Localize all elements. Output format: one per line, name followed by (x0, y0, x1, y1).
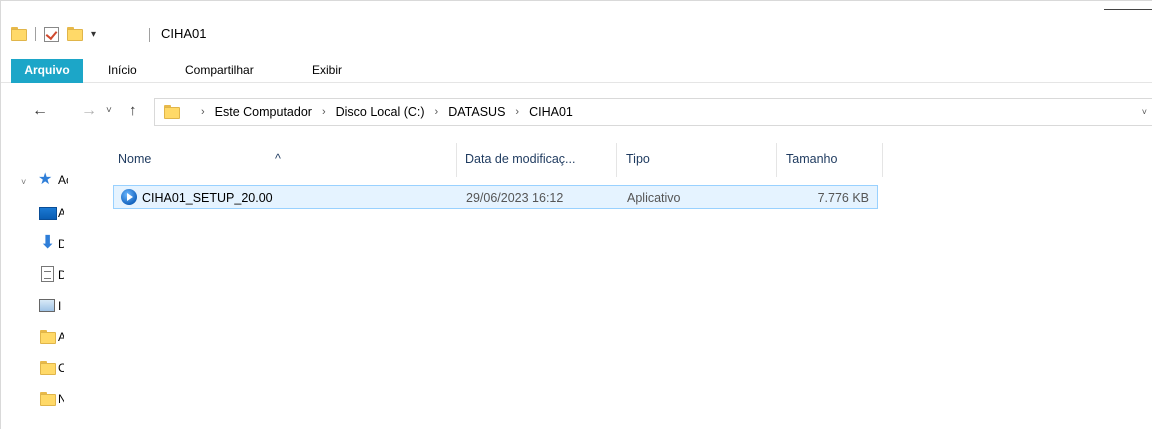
breadcrumb-este-computador[interactable]: Este Computador (215, 105, 312, 119)
toolbar-separator (35, 27, 36, 41)
explorer-window: ▾ CIHA01 Arquivo Início Compartilhar Exi… (0, 0, 1152, 429)
navigation-row: ← → ˅ ↑ › Este Computador › Disco Local … (1, 95, 1152, 129)
file-name[interactable]: CIHA01_SETUP_20.00 (142, 191, 273, 205)
desktop-icon (39, 207, 57, 220)
window-title: CIHA01 (161, 26, 207, 41)
sidebar-item-documents[interactable]: D (1, 263, 96, 287)
sidebar-item-folder-c[interactable]: C (1, 356, 96, 380)
tab-inicio[interactable]: Início (108, 59, 137, 83)
column-header-tipo[interactable]: Tipo (626, 152, 650, 166)
star-icon: ★ (38, 171, 53, 188)
tab-exibir[interactable]: Exibir (312, 59, 342, 83)
new-folder-icon[interactable] (67, 27, 83, 41)
sidebar-item-label: I (58, 299, 62, 313)
sidebar-item-quick-access[interactable]: ˅ ★ Ac (1, 168, 96, 192)
breadcrumb-chevron-icon[interactable]: › (201, 106, 205, 118)
setup-application-icon (121, 189, 137, 205)
sidebar-item-desktop[interactable]: A (1, 201, 96, 225)
properties-check-icon[interactable] (44, 26, 59, 42)
column-headers: ^ Nome Data de modificaç... Tipo Tamanho (97, 141, 897, 179)
title-bar-edge (1104, 9, 1152, 10)
breadcrumb-ciha01[interactable]: CIHA01 (529, 105, 573, 119)
file-date: 29/06/2023 16:12 (466, 191, 564, 205)
expand-chevron-icon[interactable]: ˅ (21, 177, 26, 187)
sidebar-item-folder-n[interactable]: N (1, 387, 96, 411)
tab-compartilhar[interactable]: Compartilhar (185, 59, 254, 83)
title-separator (149, 28, 150, 42)
column-header-tamanho[interactable]: Tamanho (786, 152, 837, 166)
forward-arrow-icon[interactable]: → (81, 102, 97, 120)
documents-icon (41, 266, 54, 282)
breadcrumb-disco-local[interactable]: Disco Local (C:) (336, 105, 425, 119)
up-arrow-icon[interactable]: ↑ (129, 102, 137, 119)
breadcrumb: › Este Computador › Disco Local (C:) › D… (191, 105, 573, 119)
folder-icon (40, 330, 56, 344)
column-divider[interactable] (776, 143, 777, 177)
folder-icon (40, 392, 56, 406)
sidebar-item-downloads[interactable]: ⬇ D (1, 232, 96, 256)
pictures-icon (39, 299, 55, 312)
quick-access-toolbar: ▾ (11, 23, 96, 45)
sidebar-item-label: C (58, 361, 64, 375)
sidebar-item-pictures[interactable]: I (1, 294, 96, 318)
sidebar-item-label: A (58, 330, 64, 344)
breadcrumb-chevron-icon[interactable]: › (322, 106, 326, 118)
file-row[interactable]: CIHA01_SETUP_20.00 29/06/2023 16:12 Apli… (113, 185, 878, 209)
back-arrow-icon[interactable]: ← (32, 102, 48, 120)
customize-toolbar-dropdown-icon[interactable]: ▾ (91, 29, 96, 40)
file-size: 7.776 KB (817, 191, 869, 205)
address-bar[interactable]: › Este Computador › Disco Local (C:) › D… (154, 98, 1152, 126)
sidebar-item-label: D (58, 268, 64, 282)
address-folder-icon (164, 105, 180, 119)
sidebar-item-label: D (58, 237, 64, 251)
recent-locations-chevron-icon[interactable]: ˅ (106, 105, 112, 116)
downloads-icon: ⬇ (40, 232, 56, 252)
column-header-data[interactable]: Data de modificaç... (465, 152, 575, 166)
sidebar-item-folder-a[interactable]: A (1, 325, 96, 349)
sidebar-item-label: N (58, 392, 64, 406)
folder-icon (11, 27, 27, 41)
column-header-nome[interactable]: Nome (118, 152, 151, 166)
ribbon-tabs: Arquivo Início Compartilhar Exibir (1, 59, 1152, 83)
folder-icon (40, 361, 56, 375)
file-list: ^ Nome Data de modificaç... Tipo Tamanho… (97, 141, 1152, 429)
column-divider[interactable] (882, 143, 883, 177)
title-bar: ▾ CIHA01 (1, 1, 1152, 51)
file-type: Aplicativo (627, 191, 681, 205)
sidebar-item-label: Ac (58, 173, 68, 187)
breadcrumb-chevron-icon[interactable]: › (435, 106, 439, 118)
address-history-dropdown-icon[interactable]: ˅ (1142, 107, 1147, 117)
sort-ascending-icon: ^ (275, 152, 281, 166)
breadcrumb-datasus[interactable]: DATASUS (448, 105, 505, 119)
tab-arquivo[interactable]: Arquivo (11, 59, 83, 83)
column-divider[interactable] (456, 143, 457, 177)
navigation-pane: ˅ ★ Ac A ⬇ D D I A C N (1, 141, 96, 429)
column-divider[interactable] (616, 143, 617, 177)
breadcrumb-chevron-icon[interactable]: › (515, 106, 519, 118)
sidebar-item-label: A (58, 206, 64, 220)
